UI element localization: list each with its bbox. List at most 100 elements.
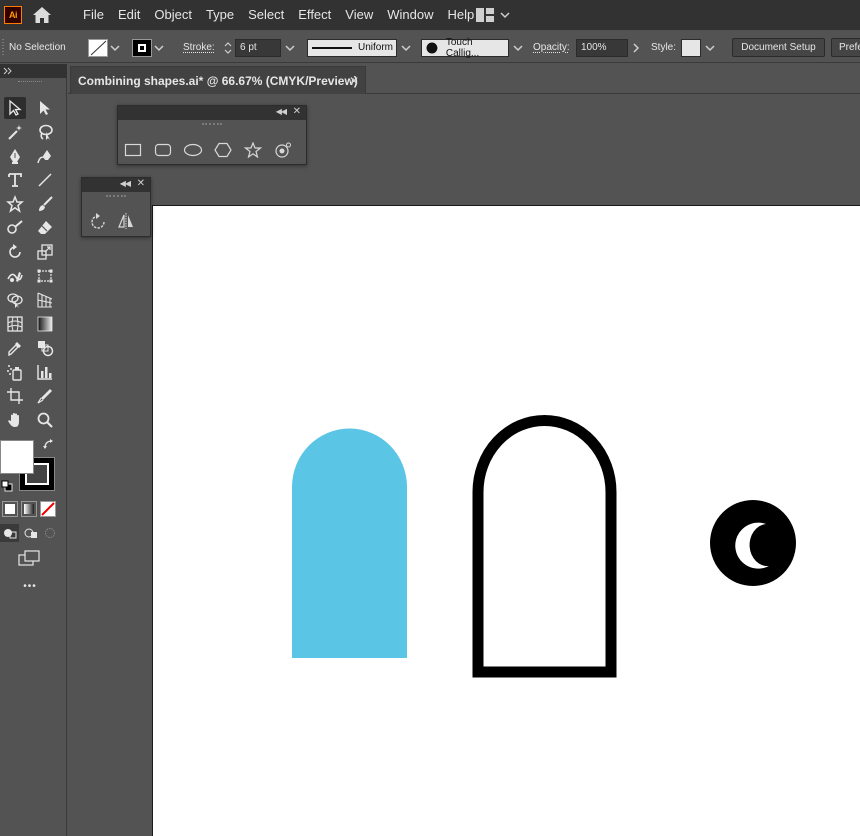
draw-normal-button[interactable] (0, 524, 19, 542)
panel-grip[interactable] (118, 120, 306, 128)
lasso-tool[interactable] (34, 121, 56, 143)
moon-badge-circle[interactable] (710, 500, 796, 586)
chevron-down-icon[interactable] (281, 39, 299, 57)
selection-tool[interactable] (4, 97, 26, 119)
free-transform-tool[interactable] (34, 265, 56, 287)
menu-edit[interactable]: Edit (111, 0, 147, 30)
scale-tool[interactable] (34, 241, 56, 263)
menu-type[interactable]: Type (199, 0, 241, 30)
symbol-sprayer-tool[interactable] (4, 361, 26, 383)
magic-wand-tool[interactable] (4, 121, 26, 143)
edit-toolbar-button[interactable]: ••• (0, 581, 60, 592)
draw-behind-button[interactable] (21, 524, 40, 542)
rectangle-tool[interactable] (123, 141, 143, 159)
graphic-style-picker[interactable] (681, 32, 719, 63)
chevron-down-icon[interactable] (701, 39, 719, 57)
collapse-panel-icon[interactable]: ◀◀ (120, 179, 131, 188)
screen-mode-button[interactable] (18, 550, 40, 571)
type-tool[interactable] (4, 169, 26, 191)
draw-inside-button[interactable] (40, 524, 59, 542)
paintbrush-tool[interactable] (34, 193, 56, 215)
chevron-down-icon[interactable] (152, 39, 166, 57)
menu-view[interactable]: View (338, 0, 380, 30)
default-fill-stroke-icon[interactable] (1, 479, 13, 497)
fill-color-front[interactable] (0, 440, 34, 474)
line-segment-tool[interactable] (34, 169, 56, 191)
star-shape-tool[interactable] (243, 141, 263, 159)
panel-grip-left[interactable] (2, 32, 5, 63)
chevron-down-icon[interactable] (108, 39, 122, 57)
reflect-tool[interactable] (116, 212, 136, 230)
chevron-right-icon[interactable] (628, 39, 644, 57)
blend-tool[interactable] (34, 337, 56, 359)
polygon-tool[interactable] (213, 141, 233, 159)
transform-tools-panel: ◀◀ ✕ (81, 177, 151, 237)
fill-swatch[interactable] (88, 32, 122, 63)
chevron-down-icon[interactable] (509, 39, 527, 57)
zoom-tool[interactable] (34, 409, 56, 431)
ellipse-tool[interactable] (183, 141, 203, 159)
stroke-swatch[interactable] (132, 32, 166, 63)
document-setup-button[interactable]: Document Setup (732, 38, 825, 57)
eyedropper-tool[interactable] (4, 337, 26, 359)
shaper-tool[interactable] (4, 217, 26, 239)
document-tab[interactable]: Combining shapes.ai* @ 66.67% (CMYK/Prev… (70, 66, 366, 94)
star-tool[interactable] (4, 193, 26, 215)
rounded-rectangle-tool[interactable] (153, 141, 173, 159)
menu-select[interactable]: Select (241, 0, 291, 30)
variable-width-profile[interactable]: Uniform (307, 32, 415, 63)
puppet-warp-tool[interactable] (4, 265, 26, 287)
tools-panel-header[interactable] (0, 64, 67, 78)
swap-fill-stroke-icon[interactable] (42, 438, 56, 457)
close-icon[interactable]: ✕ (349, 74, 359, 88)
artboard[interactable] (152, 205, 860, 836)
polygon-icon (214, 142, 232, 158)
gradient-mode-button[interactable] (21, 501, 37, 517)
close-panel-icon[interactable]: ✕ (293, 106, 301, 117)
stroke-weight-input[interactable]: 6 pt (235, 38, 281, 57)
stroke-weight-control[interactable]: 6 pt (221, 32, 299, 63)
stepper-arrows-icon[interactable] (221, 39, 235, 57)
preferences-button[interactable]: Prefe (831, 38, 860, 57)
perspective-grid-tool[interactable] (34, 289, 56, 311)
collapse-panel-icon[interactable]: ◀◀ (276, 107, 287, 116)
menu-file[interactable]: File (76, 0, 111, 30)
direct-selection-tool[interactable] (34, 97, 56, 119)
shape-tools-panel-header[interactable]: ◀◀ ✕ (118, 106, 306, 120)
tools-panel-grip[interactable] (18, 81, 42, 83)
rotate-tool[interactable] (4, 241, 26, 263)
blue-arch-shape[interactable] (292, 428, 407, 658)
gradient-tool[interactable] (34, 313, 56, 335)
black-outline-arch-shape[interactable] (472, 414, 617, 678)
flare-tool[interactable] (273, 141, 293, 159)
opacity-input[interactable]: 100% (576, 38, 628, 57)
eraser-tool[interactable] (34, 217, 56, 239)
menu-effect[interactable]: Effect (291, 0, 338, 30)
workspace-switcher[interactable] (476, 7, 516, 23)
none-mode-button[interactable] (40, 501, 56, 517)
opacity-control[interactable]: 100% (576, 32, 644, 63)
curvature-tool[interactable] (34, 145, 56, 167)
close-panel-icon[interactable]: ✕ (137, 178, 145, 189)
pen-tool[interactable] (4, 145, 26, 167)
transform-tools-panel-header[interactable]: ◀◀ ✕ (82, 178, 150, 192)
menu-object[interactable]: Object (147, 0, 199, 30)
rotate-panel-tool[interactable] (88, 212, 108, 230)
reflect-icon (118, 213, 133, 229)
slice-tool[interactable] (34, 385, 56, 407)
panel-grip[interactable] (82, 192, 150, 200)
brush-definition[interactable]: Touch Callig... (421, 32, 527, 63)
mesh-tool[interactable] (4, 313, 26, 335)
expand-panel-icon[interactable] (3, 67, 13, 75)
color-mode-button[interactable] (2, 501, 18, 517)
pasteboard[interactable] (68, 95, 860, 836)
hand-tool[interactable] (4, 409, 26, 431)
opacity-label[interactable]: Opacity: (533, 42, 570, 53)
shape-builder-tool[interactable] (4, 289, 26, 311)
home-icon[interactable] (32, 6, 52, 24)
artboard-tool[interactable] (4, 385, 26, 407)
chevron-down-icon[interactable] (397, 39, 415, 57)
menu-window[interactable]: Window (380, 0, 440, 30)
stroke-label[interactable]: Stroke: (183, 42, 215, 53)
column-graph-tool[interactable] (34, 361, 56, 383)
